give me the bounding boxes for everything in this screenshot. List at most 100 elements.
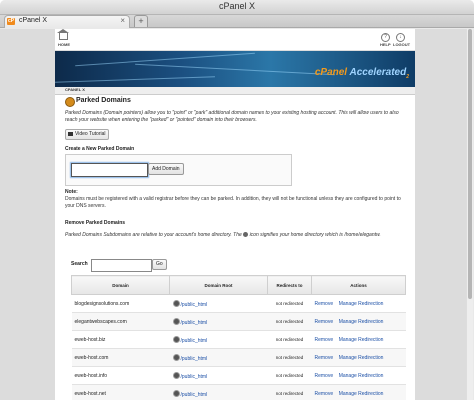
breadcrumb-bar: CPANEL X: [55, 87, 415, 95]
remove-link[interactable]: Remove: [315, 355, 334, 361]
cpanel-favicon-icon: cP: [7, 18, 15, 25]
new-tab-button[interactable]: +: [134, 15, 148, 27]
remove-link[interactable]: Remove: [315, 319, 334, 325]
root-link[interactable]: /public_html: [181, 374, 208, 380]
page-title: Parked Domains: [76, 97, 131, 104]
domain-cell: eweb-host.info: [71, 366, 170, 385]
right-margin: [415, 29, 466, 400]
column-header-domain[interactable]: Domain: [71, 275, 170, 295]
breadcrumb[interactable]: CPANEL X: [65, 87, 85, 92]
tab-title: cPanel X: [19, 17, 48, 24]
new-domain-input[interactable]: [71, 163, 148, 177]
actions-cell: Remove Manage Redirection: [311, 330, 406, 349]
root-cell: /public_html: [169, 384, 268, 400]
banner-streak: [75, 52, 255, 67]
go-button[interactable]: Go: [152, 259, 167, 270]
video-camera-icon: [68, 131, 73, 136]
logout-link[interactable]: LOGOUT: [393, 42, 410, 47]
home-directory-icon: [172, 299, 180, 307]
redirect-cell: not redirected: [267, 348, 312, 367]
cpanel-topbar: HOME ? HELP ↓ LOGOUT: [55, 29, 415, 51]
redirect-cell: not redirected: [267, 294, 312, 313]
help-link[interactable]: HELP: [380, 42, 391, 47]
remove-link[interactable]: Remove: [315, 391, 334, 397]
root-link[interactable]: /public_html: [181, 302, 208, 308]
actions-cell: Remove Manage Redirection: [311, 366, 406, 385]
actions-cell: Remove Manage Redirection: [311, 348, 406, 367]
domain-cell: elegantwebscapes.com: [71, 312, 170, 331]
help-icon[interactable]: ?: [381, 33, 390, 42]
home-link[interactable]: HOME: [58, 42, 70, 47]
table-header-row: Domain Domain Root Redirects to Actions: [71, 275, 406, 295]
home-directory-icon: [172, 371, 180, 379]
remove-description: Parked Domains Subdomains are relative t…: [65, 232, 405, 239]
column-header-redirects[interactable]: Redirects to: [267, 275, 312, 295]
root-link[interactable]: /public_html: [181, 392, 208, 398]
redirect-cell: not redirected: [267, 366, 312, 385]
remove-description-part-a: Parked Domains Subdomains are relative t…: [65, 232, 242, 238]
scrollbar-thumb[interactable]: [468, 29, 472, 299]
left-margin: [0, 29, 55, 400]
search-label: Search: [71, 261, 88, 267]
root-link[interactable]: /public_html: [181, 356, 208, 362]
redirect-cell: not redirected: [267, 312, 312, 331]
tab-close-icon[interactable]: ×: [120, 16, 125, 25]
remove-link[interactable]: Remove: [315, 373, 334, 379]
home-directory-icon: [172, 353, 180, 361]
root-link[interactable]: /public_html: [181, 320, 208, 326]
manage-redirection-link[interactable]: Manage Redirection: [339, 337, 384, 343]
table-row: eweb-host.biz /public_html not redirecte…: [71, 330, 406, 349]
actions-cell: Remove Manage Redirection: [311, 294, 406, 313]
root-link[interactable]: /public_html: [181, 338, 208, 344]
note-heading: Note:: [65, 189, 78, 195]
table-row: blogdesignsolutions.com /public_html not…: [71, 294, 406, 313]
page-description: Parked Domains (Domain pointers) allow y…: [65, 110, 399, 123]
actions-cell: Remove Manage Redirection: [311, 312, 406, 331]
browser-window: cPanel X cP cPanel X × + HOME ? HELP ↓ L…: [0, 0, 474, 400]
home-icon[interactable]: [57, 29, 69, 40]
parked-domains-table: Domain Domain Root Redirects to Actions …: [71, 275, 406, 400]
manage-redirection-link[interactable]: Manage Redirection: [339, 355, 384, 361]
redirect-cell: not redirected: [267, 330, 312, 349]
parked-domains-icon: [65, 97, 75, 107]
note-text: Domains must be registered with a valid …: [65, 196, 401, 209]
table-row: eweb-host.com /public_html not redirecte…: [71, 348, 406, 367]
root-cell: /public_html: [169, 330, 268, 349]
manage-redirection-link[interactable]: Manage Redirection: [339, 391, 384, 397]
remove-description-part-b: icon signifies your home directory which…: [249, 232, 381, 238]
column-header-root[interactable]: Domain Root: [169, 275, 268, 295]
title-bar: cPanel X: [0, 0, 474, 15]
search-input[interactable]: [91, 259, 152, 272]
video-tutorial-label: Video Tutorial: [75, 131, 106, 137]
create-heading: Create a New Parked Domain: [65, 146, 135, 152]
remove-link[interactable]: Remove: [315, 337, 334, 343]
home-directory-icon: [172, 317, 180, 325]
banner-streak: [55, 76, 215, 83]
add-domain-button[interactable]: Add Domain: [148, 163, 184, 175]
root-cell: /public_html: [169, 312, 268, 331]
domain-cell: eweb-host.com: [71, 348, 170, 367]
vertical-scrollbar[interactable]: [466, 29, 473, 400]
home-directory-icon: [172, 389, 180, 397]
manage-redirection-link[interactable]: Manage Redirection: [339, 319, 384, 325]
video-tutorial-button[interactable]: Video Tutorial: [65, 129, 110, 140]
home-directory-icon: [172, 335, 180, 343]
column-header-actions: Actions: [311, 275, 406, 295]
banner-streak: [135, 63, 335, 76]
root-cell: /public_html: [169, 366, 268, 385]
domain-cell: blogdesignsolutions.com: [71, 294, 170, 313]
table-row: elegantwebscapes.com /public_html not re…: [71, 312, 406, 331]
remove-link[interactable]: Remove: [315, 301, 334, 307]
table-row: eweb-host.net /public_html not redirecte…: [71, 384, 406, 400]
domain-cell: eweb-host.net: [71, 384, 170, 400]
create-domain-panel: Add Domain: [65, 154, 292, 186]
domain-cell: eweb-host.biz: [71, 330, 170, 349]
window-title: cPanel X: [218, 1, 256, 11]
browser-tab[interactable]: cP cPanel X ×: [4, 15, 130, 28]
cpanel-accelerated-logo: cPanel Accelerated2: [314, 67, 409, 80]
manage-redirection-link[interactable]: Manage Redirection: [339, 373, 384, 379]
actions-cell: Remove Manage Redirection: [311, 384, 406, 400]
logout-icon[interactable]: ↓: [396, 33, 405, 42]
manage-redirection-link[interactable]: Manage Redirection: [339, 301, 384, 307]
page-viewport: HOME ? HELP ↓ LOGOUT cPanel Accelerated2…: [55, 29, 415, 400]
